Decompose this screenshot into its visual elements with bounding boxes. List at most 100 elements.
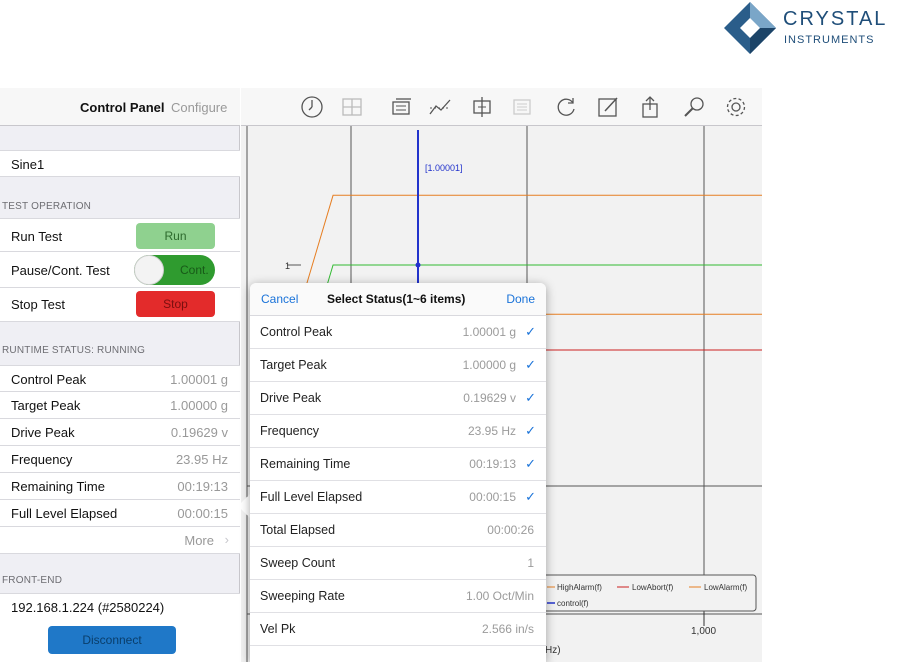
status-row: Remaining Time 00:19:13 [0, 473, 240, 500]
split-icon[interactable] [339, 94, 365, 120]
legend-item: LowAlarm(f) [704, 583, 747, 592]
status-option-label: Total Elapsed [260, 523, 336, 537]
chart-toolbar [241, 88, 762, 126]
x-axis-label: Hz) [545, 645, 561, 656]
checkmark-icon: ✓ [525, 456, 536, 471]
status-option-row[interactable]: Vel Pk 2.566 in/s [250, 613, 546, 646]
status-option-value: 1.00 Oct/Min [465, 589, 534, 603]
run-test-label: Run Test [11, 229, 63, 244]
cursor-marker [415, 262, 421, 268]
gear-icon[interactable] [723, 94, 749, 120]
crystal-instruments-logo: CRYSTAL INSTRUMENTS [720, 0, 897, 58]
status-row: Frequency 23.95 Hz [0, 446, 240, 473]
run-button[interactable]: Run [136, 223, 215, 249]
status-row: Full Level Elapsed 00:00:15 [0, 500, 240, 527]
cursor-icon[interactable] [469, 94, 495, 120]
status-value: 1.00000 g [170, 398, 228, 413]
status-value: 1.00001 g [170, 372, 228, 387]
logo-brand-subtext: INSTRUMENTS [784, 34, 875, 46]
legend-item: HighAlarm(f) [557, 583, 602, 592]
chart-legend: HighAlarm(f) LowAbort(f) LowAlarm(f) con… [540, 574, 757, 612]
sidebar-header: Control Panel Configure [0, 88, 240, 126]
front-end-ip: 192.168.1.224 (#2580224) [11, 600, 165, 615]
more-row[interactable]: More › [0, 527, 240, 554]
status-option-label: Full Level Elapsed [260, 490, 363, 504]
tab-control-panel[interactable]: Control Panel [80, 100, 165, 115]
tab-configure[interactable]: Configure [171, 100, 227, 115]
test-name: Sine1 [11, 157, 45, 172]
status-option-value: 0.19629 v [463, 391, 516, 405]
status-label: Full Level Elapsed [11, 506, 118, 521]
status-option-label: Frequency [260, 424, 320, 438]
list-icon[interactable] [509, 94, 535, 120]
section-runtime-status: RUNTIME STATUS: RUNNING [2, 345, 146, 356]
status-option-value: 00:19:13 [469, 457, 516, 471]
popover-title: Select Status(1~6 items) [327, 292, 466, 306]
status-option-value: 1 [527, 556, 534, 570]
share-icon[interactable] [637, 94, 663, 120]
stop-test-row: Stop Test Stop [0, 288, 240, 322]
status-value: 00:00:15 [177, 506, 228, 521]
status-option-row[interactable]: Control Peak 1.00001 g ✓ [250, 316, 546, 349]
section-front-end: FRONT-END [2, 575, 63, 586]
status-option-row[interactable]: Remaining Time 00:19:13 ✓ [250, 448, 546, 481]
status-option-label: Target Peak [260, 358, 327, 372]
status-option-row[interactable]: Target Peak 1.00000 g ✓ [250, 349, 546, 382]
status-label: Frequency [11, 452, 73, 467]
checkmark-icon: ✓ [525, 324, 536, 339]
control-panel-sidebar: Control Panel Configure Sine1 TEST OPERA… [0, 88, 240, 662]
status-option-value: 00:00:26 [487, 523, 534, 537]
popover-header: Cancel Select Status(1~6 items) Done [250, 283, 546, 316]
status-option-row[interactable]: Frequency 23.95 Hz ✓ [250, 415, 546, 448]
status-row: Drive Peak 0.19629 v [0, 419, 240, 446]
cancel-button[interactable]: Cancel [261, 292, 298, 306]
status-value: 23.95 Hz [175, 452, 228, 467]
status-option-row[interactable]: Total Elapsed 00:00:26 [250, 514, 546, 547]
legend-item: LowAbort(f) [632, 583, 674, 592]
status-label: Target Peak [11, 398, 81, 413]
toggle-knob [134, 255, 164, 285]
status-option-label: Sweep Count [260, 556, 336, 570]
y-tick-label: 1 [285, 261, 290, 271]
status-row: Target Peak 1.00000 g [0, 392, 240, 419]
section-test-operation: TEST OPERATION [2, 201, 92, 212]
run-test-row: Run Test Run [0, 218, 240, 252]
edit-icon[interactable] [595, 94, 621, 120]
refresh-icon[interactable] [553, 94, 579, 120]
pause-continue-toggle[interactable]: Cont. [134, 255, 215, 285]
status-option-label: Drive Peak [260, 391, 322, 405]
checkmark-icon: ✓ [525, 390, 536, 405]
status-option-value: 23.95 Hz [467, 424, 516, 438]
toggle-label: Cont. [180, 263, 209, 277]
stop-button[interactable]: Stop [136, 291, 215, 317]
trend-icon[interactable] [427, 94, 453, 120]
status-option-label: Control Peak [260, 325, 333, 339]
status-label: Control Peak [11, 372, 87, 387]
cursor-value-label: [1.00001] [425, 163, 463, 173]
stop-test-label: Stop Test [11, 297, 65, 312]
status-value: 0.19629 v [170, 425, 228, 440]
status-option-row[interactable]: Sweeping Rate 1.00 Oct/Min [250, 580, 546, 613]
status-option-row[interactable]: Sweep Count 1 [250, 547, 546, 580]
checkmark-icon: ✓ [525, 423, 536, 438]
test-name-row[interactable]: Sine1 [0, 150, 240, 177]
status-option-row[interactable]: Full Level Elapsed 00:00:15 ✓ [250, 481, 546, 514]
status-option-row[interactable]: Drive Peak 0.19629 v ✓ [250, 382, 546, 415]
checkmark-icon: ✓ [525, 357, 536, 372]
status-value: 00:19:13 [177, 479, 228, 494]
status-option-label: Vel Pk [260, 622, 296, 636]
popover-arrow [238, 494, 250, 518]
status-option-label: Sweeping Rate [260, 589, 345, 603]
status-option-value: 1.00001 g [462, 325, 516, 339]
chevron-right-icon: › [224, 532, 229, 547]
pause-label: Pause/Cont. Test [11, 263, 110, 278]
disconnect-button[interactable]: Disconnect [48, 626, 176, 654]
x-tick-label: 1,000 [691, 626, 716, 637]
front-end-row: 192.168.1.224 (#2580224) Disconnect [0, 593, 240, 662]
stack-icon[interactable] [387, 94, 413, 120]
search-icon[interactable] [681, 94, 707, 120]
status-option-value: 2.566 in/s [481, 622, 534, 636]
done-button[interactable]: Done [506, 292, 535, 306]
status-label: Drive Peak [11, 425, 75, 440]
clock-icon[interactable] [299, 94, 325, 120]
